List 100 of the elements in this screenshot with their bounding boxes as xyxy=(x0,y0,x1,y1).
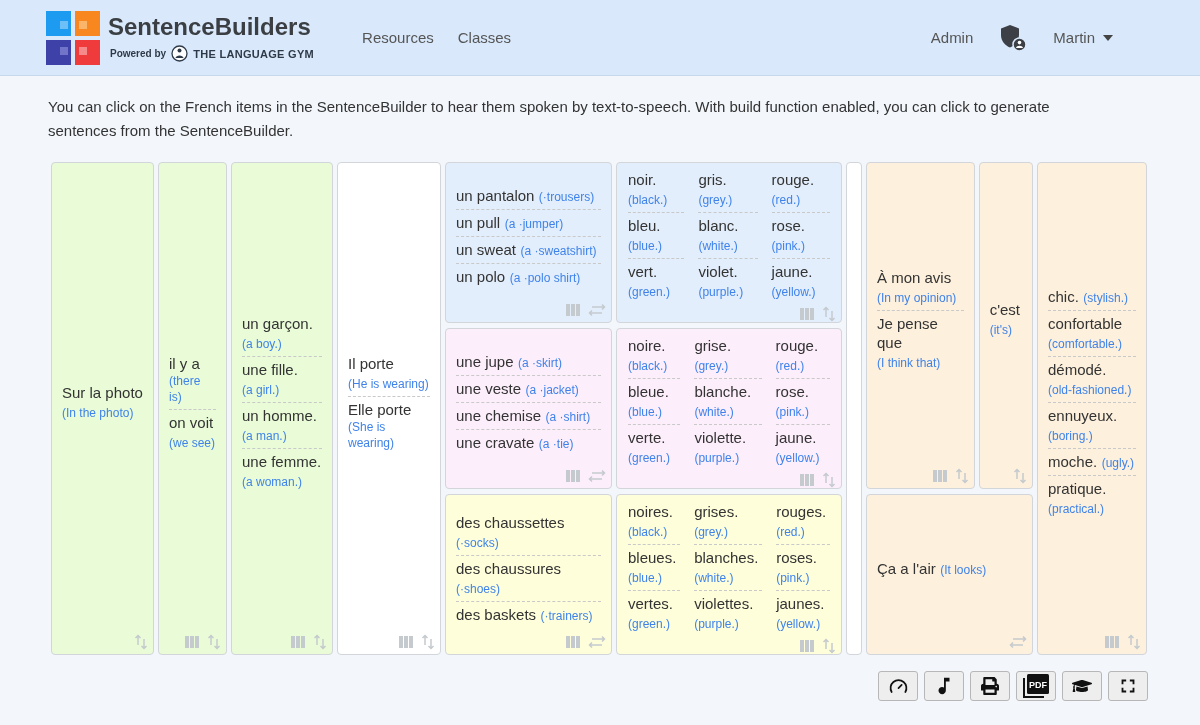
french-phrase[interactable]: chic. xyxy=(1048,287,1079,306)
columns-icon[interactable] xyxy=(566,635,580,648)
pdf-button[interactable]: PDF xyxy=(1016,671,1056,701)
french-phrase[interactable]: il y a xyxy=(169,353,200,373)
french-phrase[interactable]: grise. xyxy=(694,336,732,355)
french-phrase[interactable]: Ça a l'air xyxy=(877,558,936,578)
french-phrase[interactable]: Je pense que xyxy=(877,313,964,352)
french-phrase[interactable]: bleu. xyxy=(628,216,661,235)
translation-text: (In the photo) xyxy=(62,405,134,421)
french-phrase[interactable]: grises. xyxy=(694,502,739,521)
french-phrase[interactable]: une fille. xyxy=(242,360,298,379)
french-phrase[interactable]: on voit xyxy=(169,412,214,432)
french-phrase[interactable]: des baskets xyxy=(456,604,537,624)
french-phrase[interactable]: violette. xyxy=(694,428,747,447)
french-phrase[interactable]: rose. xyxy=(775,382,809,401)
french-phrase[interactable]: pratique. xyxy=(1048,479,1107,498)
teacher-button[interactable] xyxy=(1062,671,1102,701)
translation-text: (a woman.) xyxy=(242,474,303,490)
french-phrase[interactable]: rouge. xyxy=(771,170,815,189)
french-phrase[interactable]: noir. xyxy=(628,170,657,189)
columns-icon[interactable] xyxy=(800,307,814,320)
french-phrase[interactable]: un sweat xyxy=(456,240,517,259)
print-button[interactable] xyxy=(970,671,1010,701)
columns-icon[interactable] xyxy=(800,473,814,486)
french-phrase[interactable]: blanc. xyxy=(698,216,739,235)
sort-arrows-icon[interactable] xyxy=(822,637,836,654)
french-phrase[interactable]: blanche. xyxy=(694,382,752,401)
french-phrase[interactable]: une jupe xyxy=(456,352,514,371)
french-phrase[interactable]: vert. xyxy=(628,262,658,281)
french-phrase[interactable]: Elle porte xyxy=(348,399,412,419)
french-phrase[interactable]: une cravate xyxy=(456,433,535,452)
french-phrase[interactable]: un garçon. xyxy=(242,314,313,333)
french-phrase[interactable]: À mon avis xyxy=(877,267,952,287)
french-phrase[interactable]: gris. xyxy=(698,170,727,189)
french-phrase[interactable]: rose. xyxy=(771,216,805,235)
french-phrase[interactable]: moche. xyxy=(1048,452,1098,471)
french-phrase[interactable]: blanches. xyxy=(694,548,759,567)
french-phrase[interactable]: un pantalon xyxy=(456,186,535,205)
french-phrase[interactable]: jaune. xyxy=(771,262,813,281)
french-phrase[interactable]: un homme. xyxy=(242,406,318,425)
gauge-icon xyxy=(888,676,908,696)
french-phrase[interactable]: Il porte xyxy=(348,353,394,373)
swap-arrows-icon[interactable] xyxy=(588,468,606,483)
french-phrase[interactable]: des chaussures xyxy=(456,558,562,578)
sort-arrows-icon[interactable] xyxy=(134,633,148,650)
french-phrase[interactable]: Sur la photo xyxy=(62,383,143,402)
swap-arrows-icon[interactable] xyxy=(588,302,606,317)
translation-text: (a ·jacket) xyxy=(525,382,579,398)
user-menu[interactable]: Martin xyxy=(1053,29,1113,46)
columns-icon[interactable] xyxy=(291,635,305,648)
sort-arrows-icon[interactable] xyxy=(1013,467,1027,484)
french-phrase[interactable]: rouge. xyxy=(775,336,819,355)
columns-icon[interactable] xyxy=(800,639,814,652)
french-phrase[interactable]: roses. xyxy=(776,548,817,567)
french-phrase[interactable]: confortable xyxy=(1048,314,1123,333)
french-phrase[interactable]: vertes. xyxy=(628,594,673,613)
french-phrase[interactable]: ennuyeux. xyxy=(1048,406,1118,425)
sort-arrows-icon[interactable] xyxy=(421,633,435,650)
french-phrase[interactable]: un pull xyxy=(456,213,501,232)
sort-arrows-icon[interactable] xyxy=(1127,633,1141,650)
french-phrase[interactable]: une chemise xyxy=(456,406,542,425)
translation-text: (It looks) xyxy=(940,561,987,578)
admin-link[interactable]: Admin xyxy=(930,29,974,46)
fullscreen-button[interactable] xyxy=(1108,671,1148,701)
squares-logo-icon xyxy=(46,10,100,65)
sort-arrows-icon[interactable] xyxy=(313,633,327,650)
nav-link[interactable]: Classes xyxy=(457,29,512,46)
french-phrase[interactable]: rouges. xyxy=(776,502,827,521)
nav-link[interactable]: Resources xyxy=(362,29,434,46)
columns-icon[interactable] xyxy=(1105,635,1119,648)
french-phrase[interactable]: jaunes. xyxy=(776,594,825,613)
columns-icon[interactable] xyxy=(185,635,199,648)
speed-button[interactable] xyxy=(878,671,918,701)
swap-arrows-icon[interactable] xyxy=(1009,634,1027,649)
sort-arrows-icon[interactable] xyxy=(954,467,969,484)
french-phrase[interactable]: verte. xyxy=(628,428,666,447)
french-phrase[interactable]: bleues. xyxy=(628,548,677,567)
sort-arrows-icon[interactable] xyxy=(822,305,836,322)
french-phrase[interactable]: une veste xyxy=(456,379,522,398)
sort-arrows-icon[interactable] xyxy=(822,471,836,488)
columns-icon[interactable] xyxy=(399,635,413,648)
french-phrase[interactable]: c'est xyxy=(989,300,1021,319)
french-phrase[interactable]: violettes. xyxy=(694,594,754,613)
french-phrase[interactable]: noire. xyxy=(628,336,666,355)
translation-text: (pink.) xyxy=(771,238,805,254)
french-phrase[interactable]: bleue. xyxy=(628,382,669,401)
shield-user-icon[interactable] xyxy=(999,23,1028,52)
french-phrase[interactable]: des chaussettes xyxy=(456,512,565,532)
columns-icon[interactable] xyxy=(566,469,580,482)
french-phrase[interactable]: une femme. xyxy=(242,452,322,471)
columns-icon[interactable] xyxy=(932,469,947,482)
french-phrase[interactable]: un polo xyxy=(456,267,506,286)
columns-icon[interactable] xyxy=(566,303,580,316)
sort-arrows-icon[interactable] xyxy=(207,633,221,650)
french-phrase[interactable]: jaune. xyxy=(775,428,817,447)
french-phrase[interactable]: violet. xyxy=(698,262,738,281)
french-phrase[interactable]: noires. xyxy=(628,502,674,521)
audio-button[interactable] xyxy=(924,671,964,701)
french-phrase[interactable]: démodé. xyxy=(1048,360,1107,379)
swap-arrows-icon[interactable] xyxy=(588,634,606,649)
